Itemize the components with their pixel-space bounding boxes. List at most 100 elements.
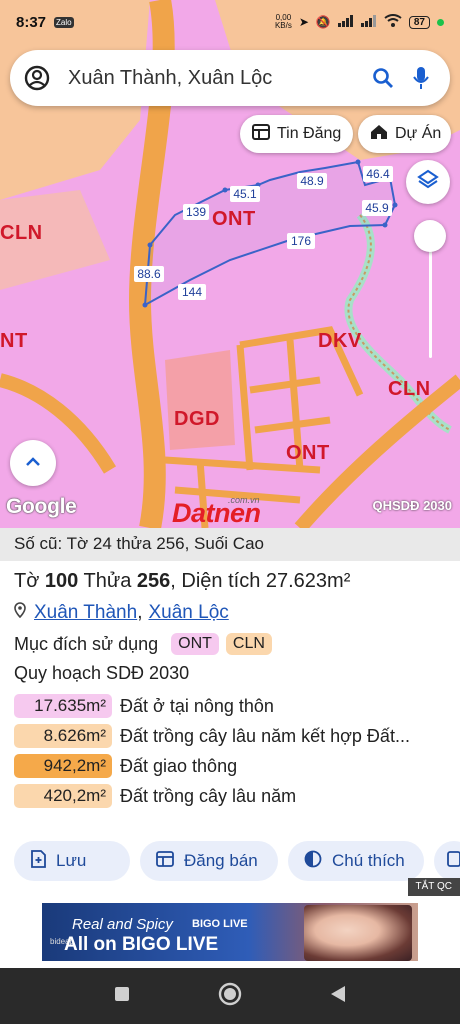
lot-label: Thửa bbox=[83, 570, 132, 592]
map-view[interactable]: 45.1 48.9 46.4 139 45.9 176 88.6 144 CLN… bbox=[0, 0, 460, 528]
legend-button[interactable]: Chú thích bbox=[288, 841, 424, 881]
area-value: 942,2m² bbox=[14, 754, 112, 778]
layers-icon bbox=[417, 169, 439, 196]
home-button-icon[interactable] bbox=[218, 982, 242, 1011]
ad-brand: BIGO LIVE bbox=[192, 918, 248, 930]
area-description: Đất ở tại nông thôn bbox=[120, 695, 274, 716]
search-bar[interactable]: Xuân Thành, Xuân Lộc bbox=[10, 50, 450, 106]
action-buttons: Lưu Đăng bán Chú thích bbox=[14, 841, 460, 881]
listings-label: Tin Đăng bbox=[277, 125, 342, 142]
land-use-row: Mục đích sử dụng ONT CLN bbox=[0, 624, 460, 655]
account-icon[interactable] bbox=[24, 65, 50, 91]
area-item: 17.635m² Đất ở tại nông thôn bbox=[0, 684, 460, 718]
edge-label: 88.6 bbox=[137, 267, 161, 281]
edge-label: 144 bbox=[182, 285, 202, 299]
edge-label: 48.9 bbox=[300, 174, 324, 188]
edge-label: 45.1 bbox=[233, 187, 257, 201]
watermark-domain: .com.vn bbox=[228, 495, 260, 505]
opacity-slider-track[interactable] bbox=[429, 238, 432, 358]
old-reference: Số cũ: Tờ 24 thửa 256, Suối Cao bbox=[0, 528, 460, 561]
zalo-icon: Zalo bbox=[54, 16, 74, 28]
area-item: 942,2m² Đất giao thông bbox=[0, 748, 460, 778]
tool-icon bbox=[446, 850, 460, 873]
area-value: 8.626m² bbox=[14, 724, 112, 748]
edge-label: 46.4 bbox=[366, 167, 390, 181]
mute-icon: 🔕 bbox=[315, 15, 331, 29]
post-sale-label: Đăng bán bbox=[184, 851, 258, 870]
wifi-icon bbox=[384, 14, 402, 30]
zone-label: ONT bbox=[286, 442, 330, 464]
lot-number: 256 bbox=[136, 570, 171, 592]
location-row: Xuân Thành, Xuân Lộc bbox=[0, 593, 460, 624]
network-speed: 0,00 KB/s bbox=[274, 13, 292, 30]
zone-label: CLN bbox=[388, 378, 431, 400]
area-description: Đất trồng cây lâu năm bbox=[120, 785, 297, 806]
close-ad-button[interactable]: TẮT QC bbox=[407, 878, 460, 896]
search-icon[interactable] bbox=[368, 63, 398, 93]
parcel-info-panel: Số cũ: Tờ 24 thửa 256, Suối Cao Tờ 100 T… bbox=[0, 528, 460, 896]
contrast-icon bbox=[304, 850, 322, 873]
status-bar: 8:37 Zalo 0,00 KB/s ➤ 🔕 87 bbox=[0, 0, 460, 44]
save-button[interactable]: Lưu bbox=[14, 841, 130, 881]
plan-title: Quy hoạch SDĐ 2030 bbox=[14, 663, 190, 683]
zone-label: NT bbox=[0, 330, 28, 352]
watermark-logo: Datnen .com.vn bbox=[172, 495, 290, 530]
parcel-area: , Diện tích 27.623m² bbox=[170, 570, 351, 592]
chevron-up-icon bbox=[25, 454, 41, 472]
ad-tagline: All on BIGO LIVE bbox=[64, 934, 219, 955]
recents-icon[interactable] bbox=[114, 986, 130, 1007]
ad-banner[interactable]: Real and Spicy BIGO LIVE bideap All on B… bbox=[42, 903, 418, 961]
sheet-label: Tờ bbox=[14, 570, 40, 592]
projects-chip[interactable]: Dự Án bbox=[358, 115, 452, 153]
ad-photo bbox=[304, 905, 412, 961]
location-separator: , bbox=[137, 602, 143, 623]
privacy-dot-icon bbox=[437, 18, 444, 26]
back-icon[interactable] bbox=[330, 985, 346, 1008]
area-description: Đất giao thông bbox=[120, 755, 238, 776]
parcel-title: Tờ 100 Thửa 256, Diện tích 27.623m² bbox=[0, 561, 460, 593]
edge-label: 45.9 bbox=[365, 201, 389, 215]
land-use-tag: ONT bbox=[171, 633, 219, 655]
location-pin-icon bbox=[14, 602, 26, 624]
add-bookmark-icon bbox=[30, 849, 46, 873]
more-button[interactable] bbox=[434, 841, 460, 881]
layer-name: QHSDĐ 2030 bbox=[372, 498, 452, 513]
projects-label: Dự Án bbox=[395, 125, 442, 142]
status-time: 8:37 bbox=[16, 13, 47, 31]
legend-label: Chú thích bbox=[332, 851, 405, 870]
location-arrow-icon: ➤ bbox=[298, 15, 309, 29]
listings-icon bbox=[252, 123, 270, 145]
signal-icon bbox=[360, 14, 377, 30]
listings-chip[interactable]: Tin Đăng bbox=[240, 115, 354, 153]
opacity-slider-handle[interactable] bbox=[414, 220, 446, 252]
land-use-label: Mục đích sử dụng bbox=[14, 633, 159, 654]
zone-label: ONT bbox=[212, 208, 256, 230]
signal-icon bbox=[337, 14, 354, 30]
edge-label: 139 bbox=[186, 205, 206, 219]
google-logo: Google bbox=[6, 495, 77, 518]
save-label: Lưu bbox=[56, 851, 87, 870]
layers-button[interactable] bbox=[406, 160, 450, 204]
listing-icon bbox=[156, 850, 174, 872]
land-use-tag: CLN bbox=[225, 633, 272, 655]
search-input[interactable]: Xuân Thành, Xuân Lộc bbox=[68, 67, 360, 90]
ad-headline: Real and Spicy bbox=[72, 916, 173, 933]
expand-up-button[interactable] bbox=[10, 440, 56, 486]
edge-label: 176 bbox=[291, 234, 311, 248]
area-value: 17.635m² bbox=[14, 694, 112, 718]
district-link[interactable]: Xuân Lộc bbox=[148, 602, 228, 624]
microphone-icon[interactable] bbox=[406, 63, 436, 93]
zone-label: DKV bbox=[318, 330, 362, 352]
area-item: 8.626m² Đất trồng cây lâu năm kết hợp Đấ… bbox=[0, 718, 460, 748]
commune-link[interactable]: Xuân Thành bbox=[34, 602, 137, 624]
battery-icon: 87 bbox=[408, 15, 430, 29]
system-navbar bbox=[0, 968, 460, 1024]
area-value: 420,2m² bbox=[14, 784, 112, 808]
zone-label: DGD bbox=[174, 408, 220, 430]
screen: 45.1 48.9 46.4 139 45.9 176 88.6 144 CLN… bbox=[0, 0, 460, 1024]
status-icons: 0,00 KB/s ➤ 🔕 87 bbox=[275, 14, 444, 30]
area-description: Đất trồng cây lâu năm kết hợp Đất... bbox=[120, 725, 410, 746]
post-sale-button[interactable]: Đăng bán bbox=[140, 841, 278, 881]
sheet-number: 100 bbox=[44, 570, 79, 592]
area-item: 420,2m² Đất trồng cây lâu năm bbox=[0, 778, 460, 808]
